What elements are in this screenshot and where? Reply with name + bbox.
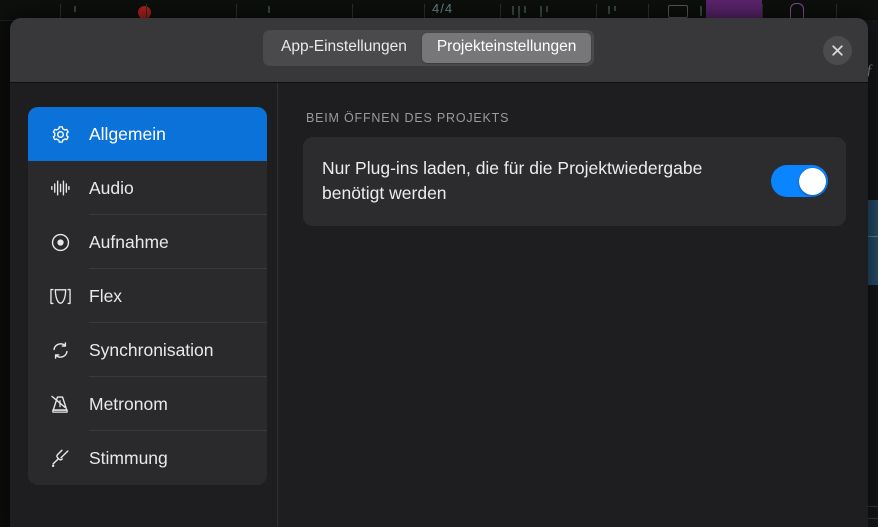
sidebar-item-audio[interactable]: Audio [28, 161, 267, 215]
background-waveform-bar [512, 6, 514, 15]
toolbar-tick [762, 4, 763, 18]
sync-arrows-icon [46, 340, 74, 361]
toolbar-tick [236, 4, 237, 18]
sidebar-item-aufnahme[interactable]: Aufnahme [28, 215, 267, 269]
tab-project-settings-label: Projekteinstellungen [436, 38, 577, 55]
background-waveform-bar [268, 6, 270, 13]
background-purple-region [706, 0, 762, 20]
sidebar-item-stimmung[interactable]: Stimmung [28, 431, 267, 485]
gear-icon [46, 124, 74, 145]
toolbar-tick [146, 4, 147, 18]
toolbar-tick [648, 4, 649, 18]
modal-header: App-Einstellungen Projekteinstellungen [10, 18, 868, 83]
background-waveform-bar [74, 6, 76, 12]
background-waveform-bar [700, 6, 702, 16]
background-icon-box [668, 5, 688, 18]
background-waveform-bar [608, 6, 610, 14]
tab-app-settings-label: App-Einstellungen [281, 38, 407, 55]
sidebar-item-synchronisation[interactable]: Synchronisation [28, 323, 267, 377]
tab-project-settings[interactable]: Projekteinstellungen [421, 33, 592, 63]
toolbar-tick [424, 4, 425, 18]
audio-waveform-icon [46, 178, 74, 198]
sidebar-item-stimmung-label: Stimmung [89, 447, 168, 468]
settings-content: BEIM ÖFFNEN DES PROJEKTS Nur Plug-ins la… [278, 83, 868, 527]
sidebar-item-metronom[interactable]: Metronom [28, 377, 267, 431]
background-waveform-bar [524, 6, 526, 13]
toolbar-tick [836, 4, 837, 18]
setting-row-load-plugins: Nur Plug-ins laden, die für die Projektw… [303, 137, 846, 226]
toggle-knob [798, 167, 826, 195]
sidebar-item-allgemein-label: Allgemein [89, 123, 166, 144]
background-waveform-bar [540, 6, 542, 17]
toolbar-tick [352, 4, 353, 18]
sidebar-nav-list: Allgemein Audio Aufnahme Flex Synchronis… [28, 107, 267, 485]
settings-tab-group: App-Einstellungen Projekteinstellungen [263, 30, 595, 66]
sidebar-item-aufnahme-label: Aufnahme [89, 231, 169, 252]
tab-app-settings[interactable]: App-Einstellungen [266, 33, 422, 63]
toolbar-tick [60, 4, 61, 18]
section-title: BEIM ÖFFNEN DES PROJEKTS [306, 111, 510, 125]
sidebar-item-allgemein[interactable]: Allgemein [28, 107, 267, 161]
time-signature: 4/4 [432, 1, 454, 16]
screen: 4/4 ƒ App-Einstellungen Projekteinstellu… [0, 0, 878, 527]
sidebar-item-audio-label: Audio [89, 177, 134, 198]
settings-sidebar: Allgemein Audio Aufnahme Flex Synchronis… [10, 83, 278, 527]
tuning-fork-icon [46, 448, 74, 469]
sidebar-item-flex-label: Flex [89, 285, 123, 306]
flex-icon [46, 287, 74, 306]
toggle-load-plugins[interactable] [771, 165, 828, 197]
background-waveform-bar [518, 6, 520, 18]
sidebar-item-flex[interactable]: Flex [28, 269, 267, 323]
sidebar-item-metronom-label: Metronom [89, 393, 168, 414]
close-icon [831, 44, 844, 57]
settings-modal: App-Einstellungen Projekteinstellungen A… [10, 18, 868, 527]
metronome-icon [46, 394, 74, 415]
sidebar-item-synchronisation-label: Synchronisation [89, 339, 214, 360]
background-waveform-bar [546, 6, 548, 12]
record-circle-icon [46, 232, 74, 253]
toolbar-tick [596, 4, 597, 18]
setting-label-load-plugins: Nur Plug-ins laden, die für die Projektw… [322, 157, 703, 203]
background-waveform-bar [614, 6, 616, 11]
modal-body: Allgemein Audio Aufnahme Flex Synchronis… [10, 83, 868, 527]
toolbar-tick [500, 4, 501, 18]
close-button[interactable] [823, 36, 852, 65]
background-purple-marker [790, 3, 804, 18]
